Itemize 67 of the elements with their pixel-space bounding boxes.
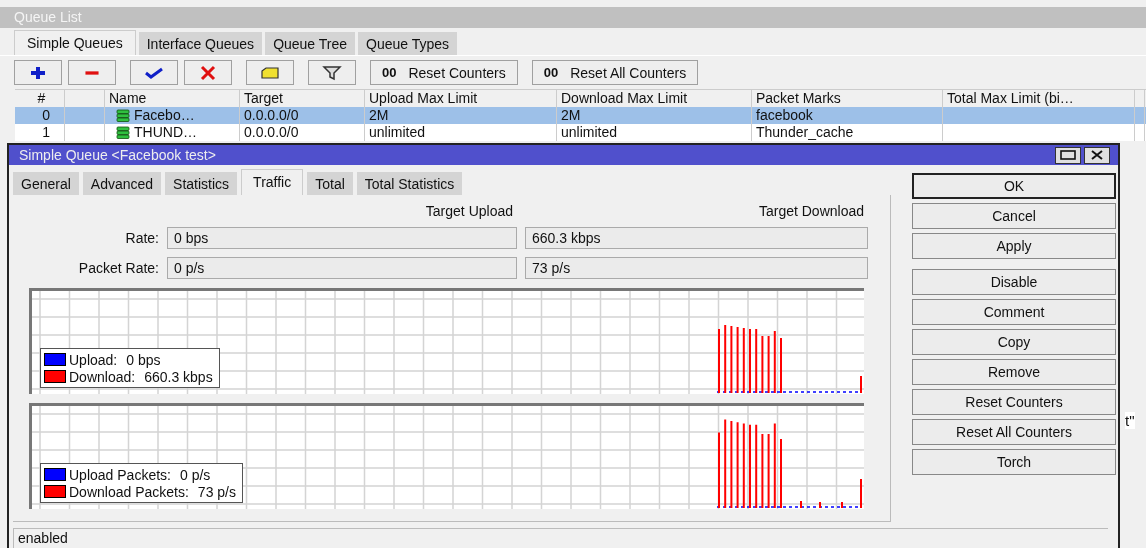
table-cell: 1: [15, 124, 65, 141]
dialog-button[interactable]: Disable: [912, 269, 1116, 295]
filter-icon: [321, 64, 343, 81]
table-cell: Facebo…: [134, 107, 195, 124]
dialog-button[interactable]: Cancel: [912, 203, 1116, 229]
field-label: Rate:: [124, 230, 159, 246]
queue-icon: [115, 108, 131, 123]
readonly-field: 660.3 kbps: [525, 227, 868, 249]
note-icon: [259, 64, 281, 81]
column-header: Target Upload: [424, 203, 514, 219]
legend-value: 0 p/s: [179, 466, 211, 483]
counter-icon: 00: [382, 65, 397, 80]
close-button[interactable]: [1084, 146, 1110, 164]
tab[interactable]: Total: [307, 172, 353, 195]
readonly-field: 0 p/s: [167, 257, 517, 279]
table-row[interactable]: 1 THUND… 0.0.0.0/0 unlimited unlimited Thunder_cache: [15, 124, 1146, 141]
legend-value: 0 bps: [126, 351, 161, 368]
table-cell: 0.0.0.0/0: [240, 124, 365, 141]
dialog-button[interactable]: Reset Counters: [912, 389, 1116, 415]
legend-value: 73 p/s: [197, 483, 236, 500]
table-row[interactable]: 0 Facebo… 0.0.0.0/0 2M 2M facebook: [15, 107, 1146, 124]
remove-button[interactable]: [68, 60, 116, 85]
dialog-button[interactable]: Torch: [912, 449, 1116, 475]
remove-icon: [83, 70, 101, 75]
enable-button[interactable]: [130, 60, 178, 85]
toolbar-button[interactable]: 00 Reset All Counters: [531, 60, 699, 85]
readonly-field: 73 p/s: [525, 257, 868, 279]
legend-label: Download Packets:: [69, 483, 189, 500]
tab[interactable]: Queue Types: [358, 32, 458, 55]
table-cell: Thunder_cache: [752, 124, 943, 141]
dialog-title: Simple Queue <Facebook test>: [19, 147, 216, 163]
maximize-button[interactable]: [1055, 146, 1081, 164]
tab[interactable]: Total Statistics: [356, 172, 463, 195]
field-label: Packet Rate:: [77, 260, 159, 276]
counter-icon: 00: [543, 65, 559, 80]
background-text: t": [1125, 412, 1135, 429]
legend-value: 660.3 kbps: [144, 368, 213, 385]
tab[interactable]: Statistics: [165, 172, 238, 195]
dialog-button[interactable]: Comment: [912, 299, 1116, 325]
disable-button[interactable]: [184, 60, 232, 85]
tab[interactable]: Queue Tree: [265, 32, 356, 55]
tab[interactable]: General: [13, 172, 79, 195]
table-cell: unlimited: [365, 124, 557, 141]
dialog-button[interactable]: Copy: [912, 329, 1116, 355]
comment-button[interactable]: [246, 60, 294, 85]
table-cell: THUND…: [134, 124, 197, 141]
legend-label: Download:: [69, 368, 136, 385]
readonly-field: 0 bps: [167, 227, 517, 249]
status-bar: enabled: [13, 528, 1108, 548]
tab[interactable]: Interface Queues: [138, 32, 263, 55]
toolbar-button[interactable]: 00 Reset Counters: [370, 60, 518, 85]
maximize-icon: [1060, 150, 1076, 160]
legend-label: Upload:: [69, 351, 118, 368]
dialog-button[interactable]: Apply: [912, 233, 1116, 259]
add-button[interactable]: [14, 60, 62, 85]
column-header: Target Download: [757, 203, 865, 219]
close-icon: [1091, 150, 1103, 160]
tab[interactable]: Advanced: [82, 172, 162, 195]
dialog-button[interactable]: Reset All Counters: [912, 419, 1116, 445]
filter-button[interactable]: [308, 60, 356, 85]
tab[interactable]: Traffic: [241, 169, 304, 195]
dialog-button[interactable]: OK: [912, 173, 1116, 199]
legend-label: Upload Packets:: [69, 466, 171, 483]
queue-icon: [115, 125, 131, 140]
tab[interactable]: Simple Queues: [14, 30, 136, 55]
dialog-button[interactable]: Remove: [912, 359, 1116, 385]
table-cell: unlimited: [557, 124, 752, 141]
